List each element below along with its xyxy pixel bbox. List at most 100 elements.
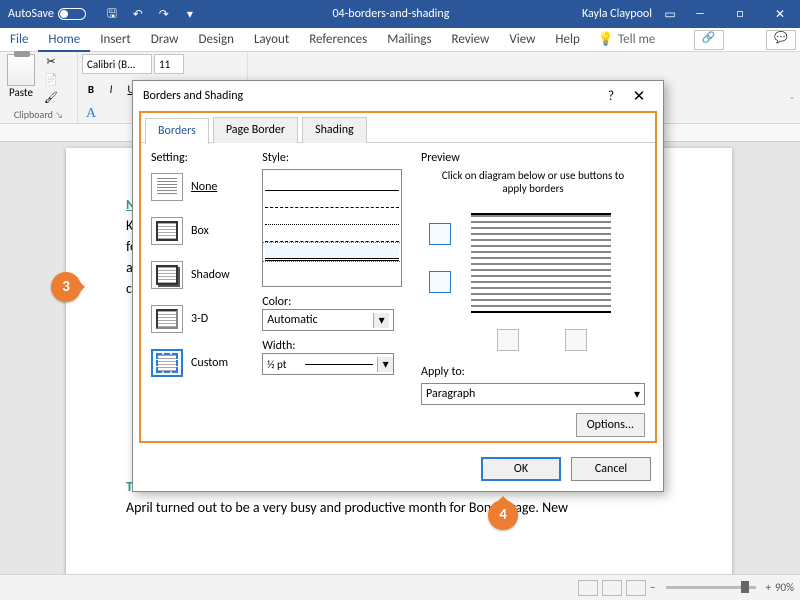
width-label: Width: [262,339,411,353]
preview-label: Preview [421,151,645,165]
width-preview-line [305,364,373,365]
style-listbox[interactable] [262,169,402,287]
style-dot[interactable] [265,211,399,225]
box-swatch-icon [151,217,183,245]
setting-box[interactable]: Box [151,217,252,245]
width-combo[interactable]: ½ pt ▾ [262,353,394,375]
tab-mailings[interactable]: Mailings [377,28,441,52]
tell-me-label: Tell me [618,32,655,47]
bold-button[interactable]: B [82,82,100,98]
redo-icon[interactable]: ↷ [154,4,174,24]
tab-help[interactable]: Help [545,28,589,52]
paste-icon [7,54,35,86]
border-top-button[interactable] [429,223,451,245]
dialog-help-button[interactable]: ? [597,89,625,104]
zoom-slider[interactable] [666,586,756,589]
zoom-out-button[interactable]: − [650,581,655,594]
tab-home[interactable]: Home [38,28,90,52]
minimize-button[interactable]: ― [680,0,720,28]
setting-shadow[interactable]: Shadow [151,261,252,289]
color-label: Color: [262,295,411,309]
tab-borders[interactable]: Borders [145,118,209,144]
user-name[interactable]: Kayla Claypool [574,7,660,21]
setting-3d-label: 3-D [191,312,208,326]
none-swatch-icon [151,173,183,201]
tab-file[interactable]: File [0,28,38,52]
zoom-in-button[interactable]: + [766,581,771,594]
collapse-ribbon-icon[interactable]: ˇ [790,94,794,107]
border-right-button[interactable] [565,329,587,351]
setting-custom[interactable]: Custom [151,349,252,377]
tab-view[interactable]: View [499,28,545,52]
dialog-content: Setting: None Box Shadow 3-D [141,143,655,439]
border-bottom-button[interactable] [429,271,451,293]
text-effects-button[interactable]: A [82,105,100,121]
style-dashdot[interactable] [265,228,399,242]
clipboard-launcher-icon[interactable]: ↘ [55,110,63,121]
setting-3d[interactable]: 3-D [151,305,252,333]
tell-me-search[interactable]: 💡 Tell me [598,32,656,47]
dialog-buttons: OK Cancel [481,457,651,481]
format-painter-icon[interactable]: 🖌 [42,90,60,106]
preview-column: Preview Click on diagram below or use bu… [421,151,645,431]
tab-design[interactable]: Design [188,28,243,52]
status-bar: − + 90% [0,574,800,600]
save-icon[interactable]: 🖫 [102,4,122,24]
apply-to-combo[interactable]: Paragraph ▾ [421,383,645,405]
web-layout-icon[interactable] [626,580,646,596]
style-double[interactable] [265,245,399,259]
tab-insert[interactable]: Insert [90,28,141,52]
read-mode-icon[interactable] [578,580,598,596]
callout-4: 4 [488,500,518,530]
style-dash[interactable] [265,194,399,208]
tab-references[interactable]: References [299,28,377,52]
zoom-thumb[interactable] [741,581,749,593]
tab-page-border[interactable]: Page Border [213,117,298,143]
color-combo[interactable]: Automatic ▾ [262,309,394,331]
shadow-swatch-icon [151,261,183,289]
italic-button[interactable]: I [102,82,120,98]
comments-button[interactable]: 💬 [766,30,796,50]
autosave-label: AutoSave [8,7,54,21]
autosave-group[interactable]: AutoSave [0,7,94,21]
clipboard-group-label: Clipboard [14,108,53,121]
autosave-toggle-icon[interactable] [58,8,86,20]
custom-swatch-icon [151,349,183,377]
font-size-combo[interactable]: 11 [154,54,184,74]
restore-button[interactable]: □ [720,0,760,28]
dialog-close-button[interactable]: ✕ [625,87,653,106]
setting-none[interactable]: None [151,173,252,201]
paste-button[interactable]: Paste [4,54,38,106]
apply-to-value: Paragraph [426,387,475,401]
qat-customize-icon[interactable]: ▾ [180,4,200,24]
preview-paragraph[interactable] [471,213,611,313]
lightbulb-icon: 💡 [598,32,614,47]
dialog-title-bar[interactable]: Borders and Shading ? ✕ [133,81,663,111]
setting-box-label: Box [191,224,209,238]
share-button[interactable]: 🔗 [694,30,724,50]
tab-layout[interactable]: Layout [244,28,299,52]
close-button[interactable]: ✕ [760,0,800,28]
copy-icon[interactable]: 📄 [42,72,60,88]
tab-review[interactable]: Review [442,28,500,52]
width-value: ½ pt [263,358,301,371]
apply-to-label: Apply to: [421,365,645,379]
options-button[interactable]: Options... [576,413,645,437]
style-solid[interactable] [265,177,399,191]
zoom-percent[interactable]: 90% [775,581,794,594]
style-label: Style: [262,151,411,165]
ok-button[interactable]: OK [481,457,561,481]
chevron-down-icon: ▾ [373,313,389,328]
setting-column: Setting: None Box Shadow 3-D [151,151,252,431]
chevron-down-icon: ▾ [377,357,393,372]
ribbon-tabs: File Home Insert Draw Design Layout Refe… [0,28,800,52]
cut-icon[interactable]: ✂ [42,54,60,70]
border-left-button[interactable] [497,329,519,351]
print-layout-icon[interactable] [602,580,622,596]
undo-icon[interactable]: ↶ [128,4,148,24]
ribbon-display-icon[interactable]: ▭ [660,4,680,24]
tab-shading[interactable]: Shading [302,117,367,143]
font-family-combo[interactable]: Calibri (B... [82,54,152,74]
cancel-button[interactable]: Cancel [571,457,651,481]
tab-draw[interactable]: Draw [141,28,189,52]
